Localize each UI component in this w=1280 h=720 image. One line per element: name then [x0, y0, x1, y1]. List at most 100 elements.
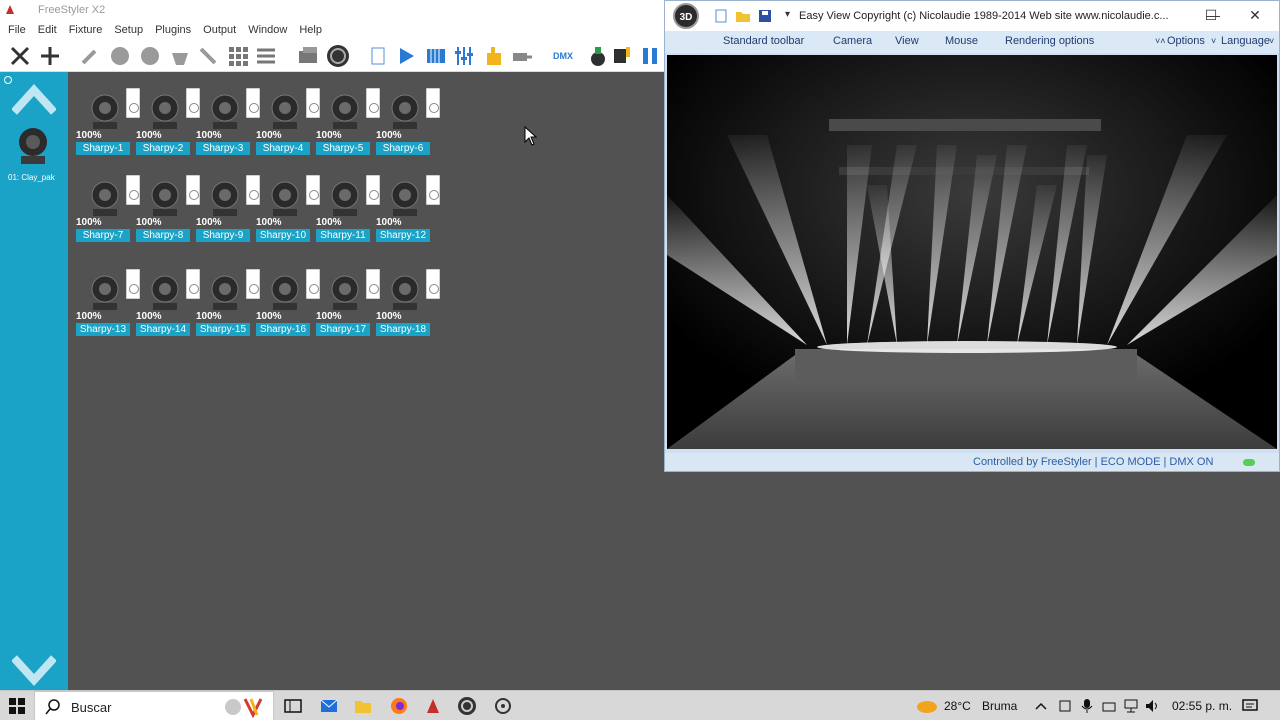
ribbon-standard-toolbar[interactable]: Standard toolbar	[723, 35, 804, 47]
chevron-down-icon[interactable]	[12, 652, 56, 688]
fixture-label[interactable]: Sharpy-10	[256, 229, 310, 242]
wand-icon[interactable]	[196, 44, 220, 68]
fixture-tile[interactable]: 100% Sharpy-12	[376, 175, 440, 245]
weather-description[interactable]: Bruma	[982, 699, 1017, 713]
file-explorer-icon[interactable]	[352, 697, 374, 715]
ribbon-camera[interactable]: Camera	[833, 35, 872, 47]
mail-icon[interactable]	[318, 697, 340, 715]
fixture-tile[interactable]: 100% Sharpy-7	[76, 175, 140, 245]
clock-time[interactable]: 02:55 p. m.	[1172, 699, 1232, 713]
fixture-tile[interactable]: 100% Sharpy-17	[316, 269, 380, 339]
cross-arrows-icon[interactable]	[8, 44, 32, 68]
fixture-label[interactable]: Sharpy-18	[376, 323, 430, 336]
dmx-icon[interactable]: DMX	[550, 44, 580, 68]
task-view-icon[interactable]	[282, 697, 304, 715]
weather-temperature[interactable]: 28°C	[944, 699, 971, 713]
menu-fixture[interactable]: Fixture	[67, 22, 111, 40]
fixture-tile[interactable]: 100% Sharpy-14	[136, 269, 200, 339]
fixture-label[interactable]: Sharpy-7	[76, 229, 130, 242]
fixture-label[interactable]: Sharpy-1	[76, 142, 130, 155]
fixture-tile[interactable]: 100% Sharpy-4	[256, 88, 320, 158]
fixture-tile[interactable]: 100% Sharpy-13	[76, 269, 140, 339]
moving-head-icon[interactable]	[168, 44, 192, 68]
fixture-tile[interactable]: 100% Sharpy-1	[76, 88, 140, 158]
fixture-label[interactable]: Sharpy-16	[256, 323, 310, 336]
ribbon-options-arrow-icon[interactable]: ˅˄	[1155, 36, 1166, 46]
fixture-label[interactable]: Sharpy-9	[196, 229, 250, 242]
notifications-icon[interactable]	[1240, 697, 1260, 715]
maximize-icon[interactable]: ☐	[1201, 7, 1221, 24]
menu-setup[interactable]: Setup	[112, 22, 151, 40]
weather-cloud-icon[interactable]	[916, 697, 938, 715]
ribbon-options[interactable]: Options	[1167, 35, 1205, 47]
fixture-label[interactable]: Sharpy-5	[316, 142, 370, 155]
open-folder-icon[interactable]	[735, 9, 751, 23]
tray-camera-icon[interactable]	[1056, 697, 1074, 715]
pause-icon[interactable]	[638, 44, 662, 68]
save-icon[interactable]	[757, 9, 773, 23]
play-icon[interactable]	[394, 44, 418, 68]
move-icon[interactable]	[38, 44, 62, 68]
3d-taskbar-icon[interactable]	[456, 697, 478, 715]
3d-stage-viewport[interactable]	[667, 55, 1277, 449]
fixture-label[interactable]: Sharpy-15	[196, 323, 250, 336]
fixture-tile[interactable]: 100% Sharpy-18	[376, 269, 440, 339]
close-icon[interactable]: ✕	[1245, 7, 1265, 24]
ribbon-language[interactable]: Language	[1221, 35, 1270, 47]
bottle-icon[interactable]	[586, 44, 610, 68]
fixture-slot-icon[interactable]	[426, 175, 440, 205]
fixture-label[interactable]: Sharpy-4	[256, 142, 310, 155]
fixture-tile[interactable]: 100% Sharpy-2	[136, 88, 200, 158]
circle-icon[interactable]	[108, 44, 132, 68]
fixture-label[interactable]: Sharpy-11	[316, 229, 370, 242]
3d-logo-icon[interactable]: 3D	[671, 3, 701, 29]
volume-icon[interactable]	[1144, 697, 1162, 715]
menu-help[interactable]: Help	[297, 22, 330, 40]
list-icon[interactable]	[254, 44, 278, 68]
new-file-icon[interactable]	[713, 9, 729, 23]
stack-icon[interactable]	[296, 44, 320, 68]
hand-icon[interactable]	[482, 44, 506, 68]
page-icon[interactable]	[366, 44, 390, 68]
fixture-tile[interactable]: 100% Sharpy-3	[196, 88, 260, 158]
fixture-tile[interactable]: 100% Sharpy-8	[136, 175, 200, 245]
fixture-slot-icon[interactable]	[426, 269, 440, 299]
sequence-icon[interactable]	[424, 44, 448, 68]
fixture-label[interactable]: Sharpy-8	[136, 229, 190, 242]
menu-plugins[interactable]: Plugins	[153, 22, 199, 40]
fixture-label[interactable]: Sharpy-13	[76, 323, 130, 336]
fog-icon[interactable]	[510, 44, 534, 68]
circle-icon[interactable]	[138, 44, 162, 68]
speaker-icon[interactable]	[610, 44, 634, 68]
moving-head-icon[interactable]	[16, 124, 50, 168]
ribbon-rendering-options[interactable]: Rendering options	[1005, 35, 1094, 47]
fixture-tile[interactable]: 100% Sharpy-9	[196, 175, 260, 245]
tray-chevron-up-icon[interactable]	[1032, 697, 1050, 715]
fixture-tile[interactable]: 100% Sharpy-6	[376, 88, 440, 158]
ribbon-mouse[interactable]: Mouse	[945, 35, 978, 47]
grid-icon[interactable]	[226, 44, 250, 68]
fixture-label[interactable]: Sharpy-3	[196, 142, 250, 155]
network-icon[interactable]	[1122, 697, 1140, 715]
fixture-tile[interactable]: 100% Sharpy-11	[316, 175, 380, 245]
menu-window[interactable]: Window	[246, 22, 295, 40]
fixture-slot-icon[interactable]	[426, 88, 440, 118]
app-gear-icon[interactable]	[492, 697, 514, 715]
fixture-tile[interactable]: 100% Sharpy-10	[256, 175, 320, 245]
fixture-tile[interactable]: 100% Sharpy-15	[196, 269, 260, 339]
microphone-icon[interactable]	[1078, 697, 1096, 715]
menu-output[interactable]: Output	[201, 22, 244, 40]
menu-file[interactable]: File	[6, 22, 34, 40]
fixture-label[interactable]: Sharpy-2	[136, 142, 190, 155]
fixture-label[interactable]: Sharpy-17	[316, 323, 370, 336]
settings-dot-icon[interactable]	[4, 76, 12, 84]
faders-icon[interactable]	[452, 44, 476, 68]
tray-device-icon[interactable]	[1100, 697, 1118, 715]
fixture-label[interactable]: Sharpy-6	[376, 142, 430, 155]
qa-dropdown-icon[interactable]: ▾	[785, 9, 790, 20]
windows-start-icon[interactable]	[6, 697, 28, 715]
fixture-label[interactable]: Sharpy-12	[376, 229, 430, 242]
chevron-up-icon[interactable]	[12, 82, 56, 118]
3d-icon[interactable]	[326, 44, 350, 68]
fixture-label[interactable]: Sharpy-14	[136, 323, 190, 336]
